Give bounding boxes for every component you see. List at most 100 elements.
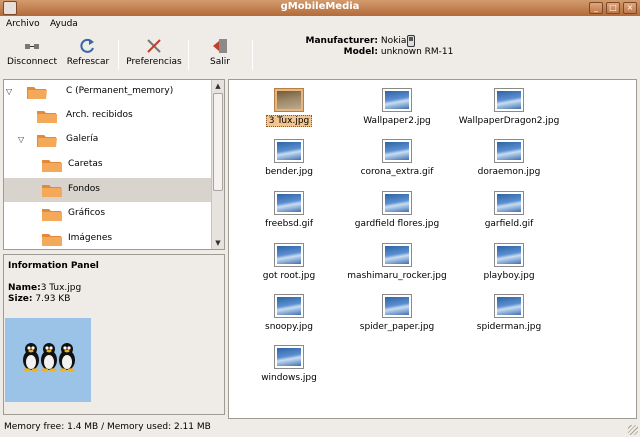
image-thumbnail (274, 139, 304, 163)
toolbar-separator (188, 40, 189, 70)
tree-item-caretas[interactable]: Caretas (4, 153, 212, 177)
quit-button[interactable]: Salir (202, 38, 238, 74)
file-name: snoopy.jpg (265, 322, 313, 332)
image-thumbnail (382, 191, 412, 215)
folder-icon (42, 209, 62, 221)
file-name: spider_paper.jpg (359, 322, 435, 332)
folder-icon (42, 234, 62, 246)
expander-open-icon[interactable]: ▽ (6, 87, 12, 96)
refresh-icon (80, 38, 94, 53)
menu-archivo[interactable]: Archivo (6, 19, 40, 29)
file-grid: 3 Tux.jpg Wallpaper2.jpg WallpaperDragon… (228, 79, 637, 419)
info-name-label: Name: (8, 283, 41, 293)
file-item[interactable]: corona_extra.gif (337, 134, 457, 180)
file-item[interactable]: playboy.jpg (449, 238, 569, 284)
image-thumbnail (382, 294, 412, 318)
file-item[interactable]: spider_paper.jpg (337, 289, 457, 335)
file-name: windows.jpg (261, 373, 317, 383)
window-title: gMobileMedia (280, 1, 360, 12)
file-item[interactable]: bender.jpg (229, 134, 349, 180)
close-button[interactable]: × (623, 2, 637, 14)
image-thumbnail (382, 139, 412, 163)
file-item[interactable]: 3 Tux.jpg (229, 83, 349, 129)
image-thumbnail (382, 243, 412, 267)
file-name: spiderman.jpg (476, 322, 542, 332)
tree-item-label: Gráficos (68, 208, 106, 218)
info-heading: Information Panel (8, 261, 99, 271)
scroll-down-icon[interactable]: ▼ (212, 237, 224, 249)
file-item[interactable]: WallpaperDragon2.jpg (449, 83, 569, 129)
scrollbar-thumb[interactable] (213, 93, 223, 191)
file-name: 3 Tux.jpg (265, 115, 313, 127)
toolbar-separator (118, 40, 119, 70)
tree-item-arch-recibidos[interactable]: Arch. recibidos (4, 104, 212, 128)
folder-open-icon (37, 135, 57, 147)
menu-bar: Archivo Ayuda (0, 16, 640, 34)
file-name: mashimaru_rocker.jpg (347, 271, 447, 281)
file-name: freebsd.gif (264, 219, 314, 229)
file-item[interactable]: got root.jpg (229, 238, 349, 284)
tree-scrollbar[interactable]: ▲ ▼ (211, 80, 224, 249)
file-item[interactable]: gardfield flores.jpg (337, 186, 457, 232)
file-name: bender.jpg (265, 167, 313, 177)
status-bar: Memory free: 1.4 MB / Memory used: 2.11 … (4, 422, 211, 432)
disconnect-button[interactable]: Disconnect (6, 38, 58, 74)
file-item[interactable]: spiderman.jpg (449, 289, 569, 335)
device-info: Manufacturer: Nokia Model: unknown RM-11 (300, 36, 454, 58)
image-thumbnail (274, 191, 304, 215)
tree-item-label: Caretas (68, 159, 103, 169)
tree-item-label: C (Permanent_memory) (66, 86, 174, 96)
image-thumbnail (274, 88, 304, 112)
file-name: got root.jpg (262, 271, 316, 281)
expander-open-icon[interactable]: ▽ (18, 135, 24, 144)
refresh-button[interactable]: Refrescar (64, 38, 112, 74)
preferences-icon (147, 39, 161, 53)
model-label: Model: (343, 47, 378, 57)
file-item[interactable]: snoopy.jpg (229, 289, 349, 335)
file-name: corona_extra.gif (360, 167, 434, 177)
tree-item-graficos[interactable]: Gráficos (4, 202, 212, 226)
menu-ayuda[interactable]: Ayuda (50, 19, 78, 29)
resize-grip-icon[interactable] (628, 425, 638, 435)
manufacturer-label: Manufacturer: (305, 36, 378, 46)
title-bar: gMobileMedia _ □ × (0, 0, 640, 16)
image-thumbnail (494, 191, 524, 215)
image-thumbnail (274, 294, 304, 318)
maximize-button[interactable]: □ (606, 2, 620, 14)
tree-item-galeria[interactable]: ▽ Galería (4, 128, 212, 152)
tree-item-label: Fondos (68, 184, 100, 194)
file-item[interactable]: freebsd.gif (229, 186, 349, 232)
image-thumbnail (494, 294, 524, 318)
info-size-label: Size: (8, 294, 33, 304)
image-preview (5, 318, 91, 402)
file-name: WallpaperDragon2.jpg (458, 116, 560, 126)
information-panel: Information Panel Name:3 Tux.jpg Size: 7… (3, 254, 225, 415)
tree-item-imagenes[interactable]: Imágenes (4, 227, 212, 249)
tree-item-label: Arch. recibidos (66, 110, 133, 120)
file-item[interactable]: Wallpaper2.jpg (337, 83, 457, 129)
preferences-button[interactable]: Preferencias (125, 38, 183, 74)
disconnect-icon (25, 44, 39, 49)
file-item[interactable]: windows.jpg (229, 340, 349, 386)
model-value: unknown RM-11 (380, 47, 454, 57)
folder-tree: ▽ C (Permanent_memory) Arch. recibidos ▽… (3, 79, 225, 250)
file-name: garfield.gif (484, 219, 534, 229)
tux-penguins-image (23, 343, 75, 372)
image-thumbnail (494, 243, 524, 267)
file-item[interactable]: garfield.gif (449, 186, 569, 232)
tree-item-fondos[interactable]: Fondos (4, 178, 212, 202)
quit-icon (213, 39, 227, 53)
image-thumbnail (382, 88, 412, 112)
scroll-up-icon[interactable]: ▲ (212, 80, 224, 92)
image-thumbnail (494, 88, 524, 112)
quit-label: Salir (210, 57, 230, 67)
tree-item-c[interactable]: ▽ C (Permanent_memory) (4, 80, 212, 104)
file-item[interactable]: doraemon.jpg (449, 134, 569, 180)
tree-item-label: Imágenes (68, 233, 113, 243)
folder-open-icon (27, 87, 47, 99)
phone-icon (407, 35, 415, 47)
minimize-button[interactable]: _ (589, 2, 603, 14)
image-thumbnail (274, 243, 304, 267)
file-item[interactable]: mashimaru_rocker.jpg (337, 238, 457, 284)
file-name: Wallpaper2.jpg (363, 116, 431, 126)
